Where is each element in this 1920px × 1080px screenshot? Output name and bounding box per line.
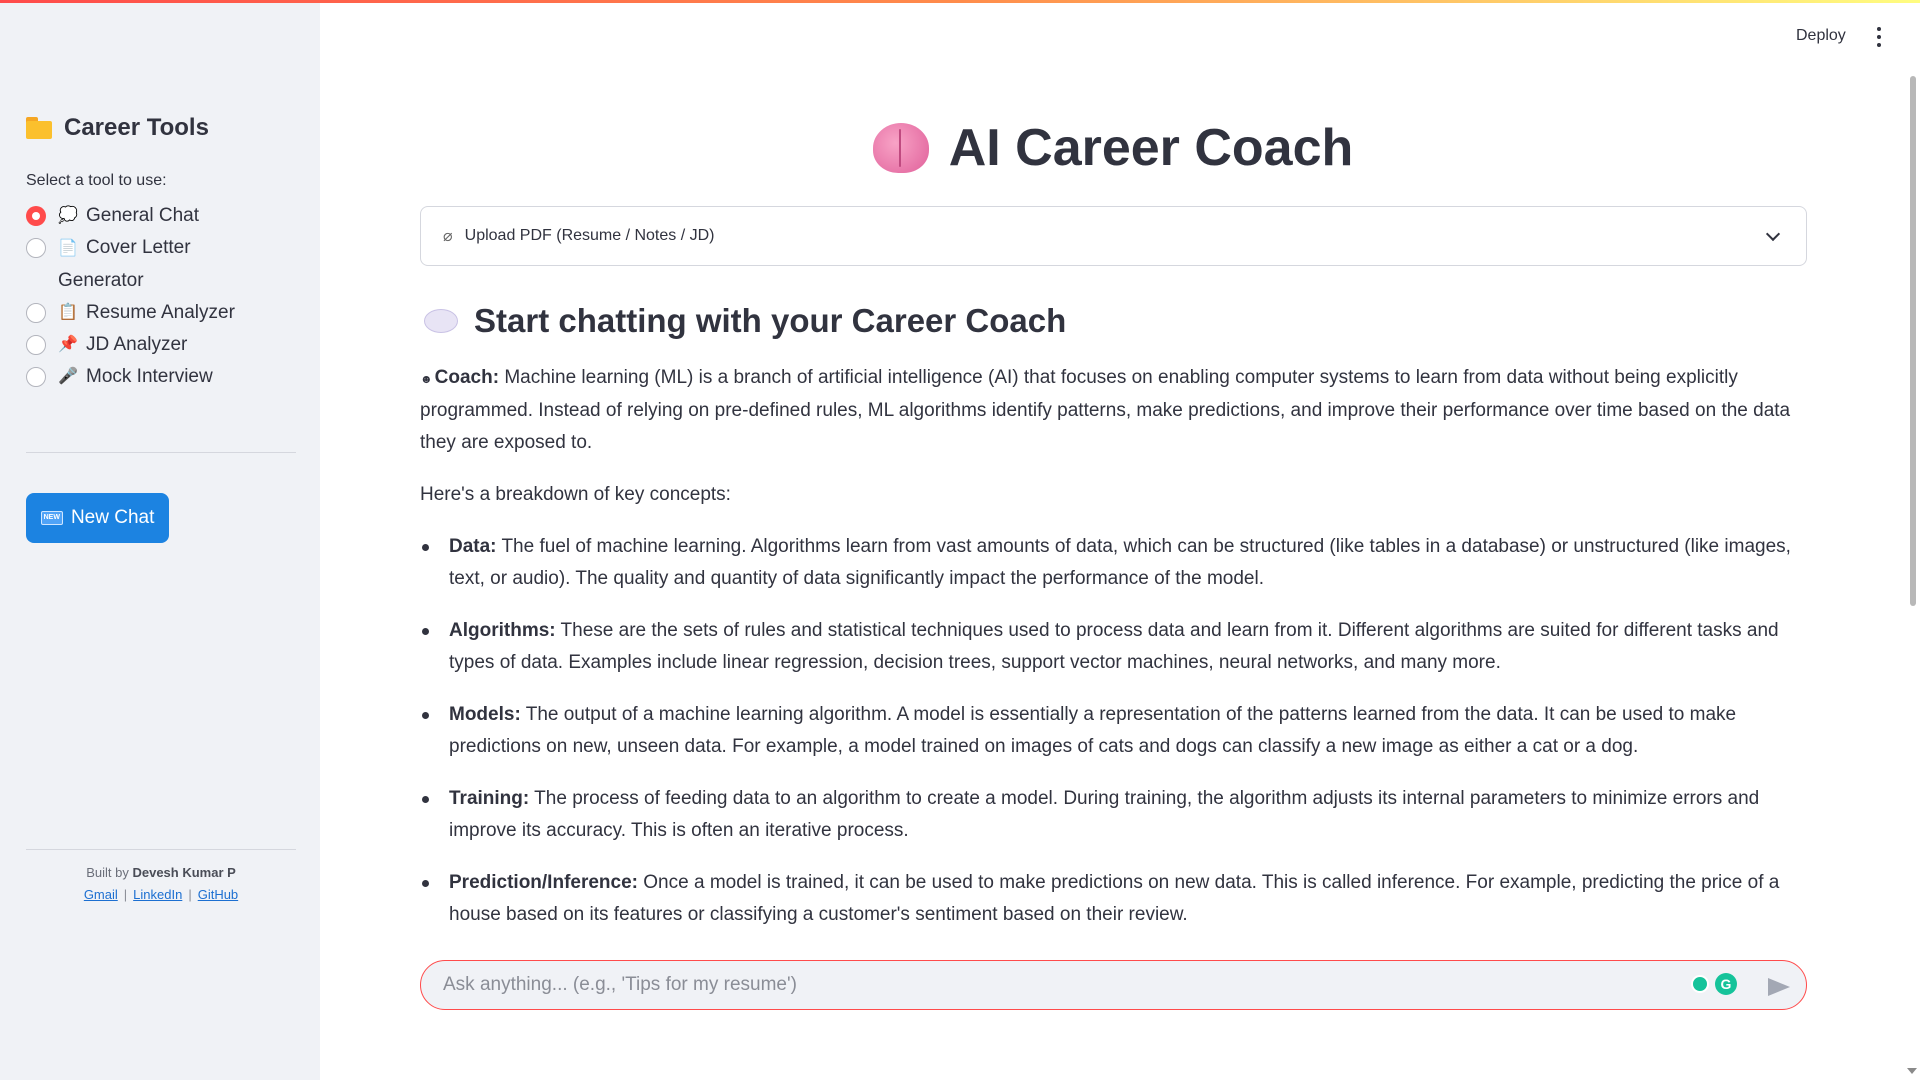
concept-term: Prediction/Inference: <box>449 872 638 893</box>
radio-indicator[interactable] <box>26 238 46 258</box>
message-speaker: Coach: <box>434 367 500 388</box>
page-title-text: AI Career Coach <box>948 119 1354 177</box>
sidebar-divider <box>26 452 296 453</box>
paperclip-icon: ⌀ <box>443 228 453 245</box>
footer-separator: | <box>123 887 128 902</box>
sidebar-title: Career Tools <box>26 114 209 142</box>
linkedin-link[interactable]: LinkedIn <box>133 887 182 902</box>
concept-list: Data: The fuel of machine learning. Algo… <box>420 531 1810 931</box>
concept-term: Models: <box>449 704 521 725</box>
deploy-button[interactable]: Deploy <box>1796 27 1846 45</box>
grammar-assist-icon[interactable] <box>1691 975 1709 993</box>
radio-general-chat[interactable]: 💭 General Chat <box>26 200 296 232</box>
radio-selected-indicator[interactable] <box>26 206 46 226</box>
send-icon[interactable] <box>1768 978 1790 996</box>
concept-text: These are the sets of rules and statisti… <box>449 620 1779 673</box>
new-badge-icon: NEW <box>40 511 63 525</box>
concept-text: The process of feeding data to an algori… <box>449 788 1760 841</box>
list-item: Algorithms: These are the sets of rules … <box>420 615 1810 679</box>
new-chat-label: New Chat <box>70 507 155 528</box>
page-title: AI Career Coach <box>420 118 1806 178</box>
speech-bubble-icon <box>424 309 458 333</box>
chat-input-container: G <box>420 960 1807 1010</box>
message-intro: ☻ Coach: Machine learning (ML) is a branc… <box>420 362 1810 459</box>
radio-label: Resume Analyzer <box>86 302 235 323</box>
new-chat-button[interactable]: NEW New Chat <box>26 493 169 543</box>
radio-resume-analyzer[interactable]: 📋 Resume Analyzer <box>26 297 296 329</box>
chat-input[interactable] <box>443 974 1683 996</box>
tool-select-label: Select a tool to use: <box>26 172 167 189</box>
brain-icon <box>872 123 929 173</box>
radio-indicator[interactable] <box>26 303 46 323</box>
grammarly-icon[interactable]: G <box>1715 973 1737 995</box>
scrollbar-thumb[interactable] <box>1910 76 1916 606</box>
concept-term: Algorithms: <box>449 620 556 641</box>
radio-label: JD Analyzer <box>86 334 188 355</box>
radio-jd-analyzer[interactable]: 📌 JD Analyzer <box>26 329 296 361</box>
radio-mock-interview[interactable]: 🎤 Mock Interview <box>26 361 296 393</box>
sidebar-footer-divider <box>26 849 296 850</box>
concept-text: The fuel of machine learning. Algorithms… <box>449 536 1791 589</box>
upload-pdf-label: Upload PDF (Resume / Notes / JD) <box>464 227 715 244</box>
microphone-icon: 🎤 <box>58 368 78 385</box>
document-icon: 📄 <box>58 240 78 257</box>
chat-heading: Start chatting with your Career Coach <box>424 302 1066 340</box>
pushpin-icon: 📌 <box>58 336 78 353</box>
thought-bubble-icon: 💭 <box>58 207 78 224</box>
concept-term: Data: <box>449 536 497 557</box>
upload-pdf-expander[interactable]: ⌀ Upload PDF (Resume / Notes / JD) <box>420 206 1807 266</box>
radio-label: General Chat <box>86 205 200 226</box>
footer-built-by: Built by <box>86 865 129 880</box>
chevron-down-icon[interactable] <box>1765 226 1781 242</box>
github-link[interactable]: GitHub <box>198 887 238 902</box>
concept-term: Training: <box>449 788 530 809</box>
list-item: Training: The process of feeding data to… <box>420 783 1810 847</box>
chat-heading-text: Start chatting with your Career Coach <box>474 302 1067 339</box>
gmail-link[interactable]: Gmail <box>84 887 118 902</box>
concept-text: The output of a machine learning algorit… <box>449 704 1737 757</box>
tool-radio-group: 💭 General Chat 📄 Cover Letter Generator 📋… <box>26 200 296 393</box>
message-intro-text: Machine learning (ML) is a branch of art… <box>420 367 1791 453</box>
radio-label: Mock Interview <box>86 366 213 387</box>
top-decoration-bar <box>0 0 1920 3</box>
footer-separator: | <box>188 887 192 902</box>
list-item: Data: The fuel of machine learning. Algo… <box>420 531 1810 595</box>
footer-author: Devesh Kumar P <box>132 865 236 880</box>
list-item: Prediction/Inference: Once a model is tr… <box>420 867 1810 931</box>
message-breakdown: Here's a breakdown of key concepts: <box>420 484 731 505</box>
sidebar-footer: Built by Devesh Kumar P Gmail | LinkedIn | G… <box>26 862 296 906</box>
list-item: Models: The output of a machine learning… <box>420 699 1810 763</box>
radio-cover-letter-generator[interactable]: 📄 Cover Letter Generator <box>26 232 296 297</box>
main-menu-icon[interactable] <box>1876 27 1882 47</box>
concept-text: Once a model is trained, it can be used … <box>449 872 1780 925</box>
scroll-down-icon[interactable] <box>1907 1068 1917 1074</box>
radio-indicator[interactable] <box>26 367 46 387</box>
footer-links: Gmail | LinkedIn | GitHub <box>26 884 296 906</box>
radio-indicator[interactable] <box>26 335 46 355</box>
clipboard-icon: 📋 <box>58 304 78 321</box>
sidebar-title-text: Career Tools <box>64 114 209 141</box>
footer-credit: Built by Devesh Kumar P <box>26 862 296 884</box>
folder-icon <box>26 117 54 139</box>
sidebar: Career Tools Select a tool to use: 💭 Gen… <box>0 0 320 1080</box>
chat-message: ☻ Coach: Machine learning (ML) is a branc… <box>420 362 1810 951</box>
coach-avatar-icon: ☻ <box>420 372 433 386</box>
